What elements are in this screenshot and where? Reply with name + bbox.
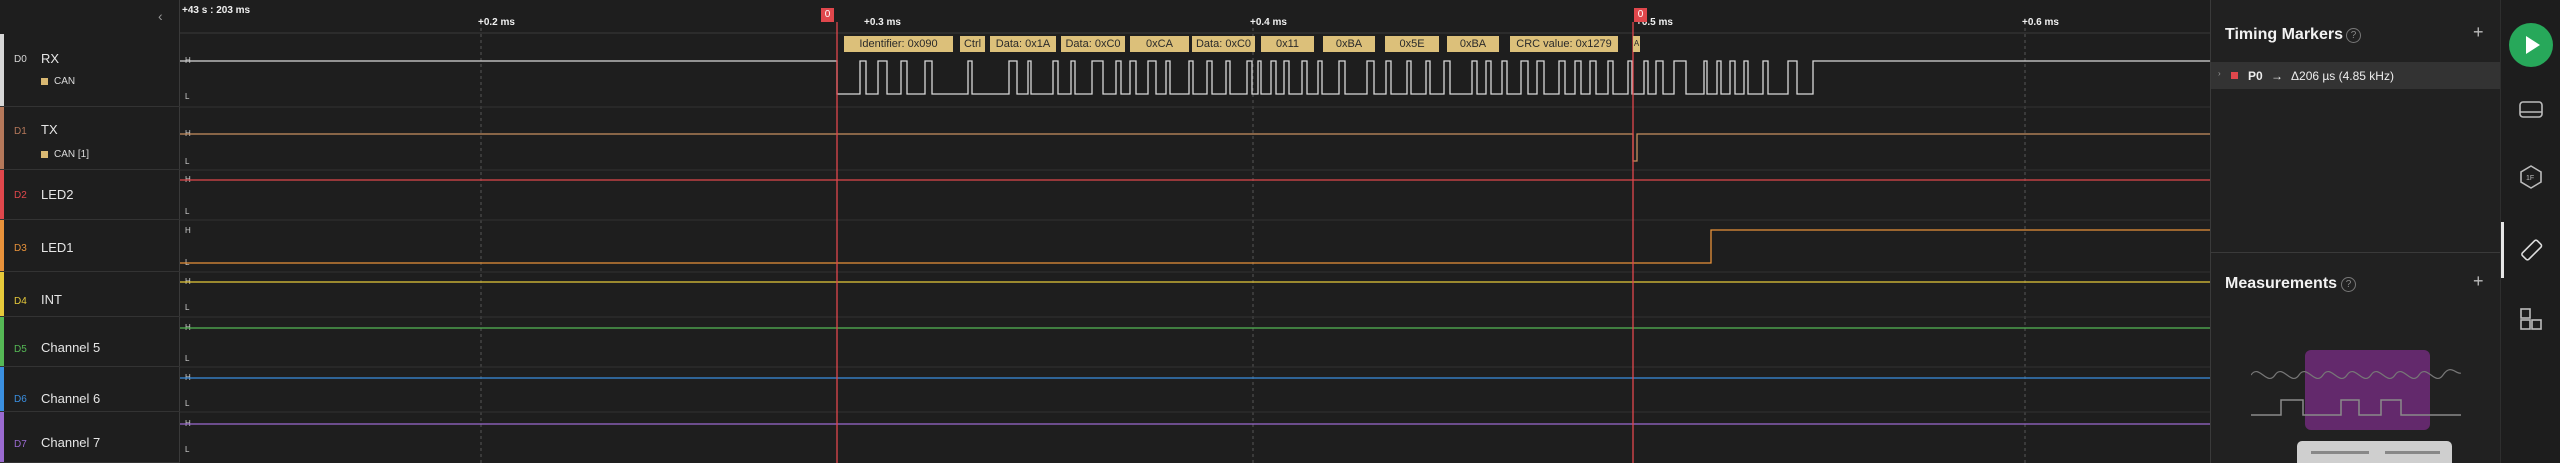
side-toolbar: 1F: [2500, 0, 2560, 463]
channel-name[interactable]: RX: [41, 51, 59, 66]
level-low-label: L: [185, 354, 190, 363]
channel-color-bar: [0, 272, 4, 316]
measurements-illustration: [2251, 350, 2461, 463]
d0-waveform: [180, 60, 2210, 95]
channel-row-d2[interactable]: D2 LED2: [0, 170, 180, 220]
time-tick-label: +0.3 ms: [864, 17, 901, 28]
level-low-label: L: [185, 445, 190, 454]
channel-number: D3: [14, 243, 27, 254]
timing-marker-flag-start[interactable]: 0: [821, 8, 834, 22]
time-gridlines: [480, 22, 2026, 463]
marker-color-icon: [2231, 72, 2238, 79]
level-low-label: L: [185, 399, 190, 408]
channel-number: D5: [14, 344, 27, 355]
waveform-area[interactable]: HL HL HL HL HL HL HL HL: [180, 0, 2210, 463]
channel-color-bar: [0, 170, 4, 219]
add-timing-marker-button[interactable]: +: [2473, 22, 2484, 43]
d3-waveform: [180, 229, 2210, 264]
level-low-label: L: [185, 157, 190, 166]
marker-name: P0: [2248, 69, 2263, 83]
level-high-label: H: [185, 226, 191, 235]
d1-waveform: [180, 133, 2210, 162]
channel-color-bar: [0, 367, 4, 411]
channel-label-column: D0 RX CAN D1 TX CAN [1] D2 LED2 D3 LED1 …: [0, 0, 180, 463]
channel-number: D2: [14, 190, 27, 201]
channel-color-bar: [0, 107, 4, 169]
time-tick-label: +0.4 ms: [1250, 17, 1287, 28]
can-frame-data[interactable]: 0xBA: [1447, 36, 1499, 52]
can-frame-data[interactable]: Data: 0xC0: [1192, 36, 1255, 52]
channel-row-d1[interactable]: D1 TX CAN [1]: [0, 107, 180, 170]
time-tick-label: +0.2 ms: [478, 17, 515, 28]
timing-marker-row[interactable]: › P0 → Δ206 µs (4.85 kHz): [2211, 62, 2501, 89]
channel-name[interactable]: TX: [41, 122, 58, 137]
layout-icon[interactable]: [2517, 305, 2545, 333]
active-tool-indicator: [2501, 222, 2504, 278]
channel-name[interactable]: INT: [41, 292, 62, 307]
can-frame-data[interactable]: Data: 0x1A: [990, 36, 1056, 52]
waveform-canvas[interactable]: HL HL HL HL HL HL HL HL: [180, 0, 2210, 463]
channel-number: D4: [14, 296, 27, 307]
play-icon: [2526, 36, 2540, 54]
can-frame-data[interactable]: 0xCA: [1130, 36, 1189, 52]
channel-row-d3[interactable]: D3 LED1: [0, 220, 180, 272]
can-frame-data[interactable]: 0x11: [1261, 36, 1314, 52]
arrow-icon: →: [2271, 69, 2283, 83]
channel-number: D0: [14, 54, 27, 65]
level-low-label: L: [185, 92, 190, 101]
analyzer-tag[interactable]: CAN: [41, 76, 75, 87]
help-icon[interactable]: ?: [2346, 28, 2361, 43]
timing-markers-title: Timing Markers: [2225, 26, 2343, 43]
channel-row-d7[interactable]: D7 Channel 7: [0, 412, 180, 463]
channel-color-bar: [0, 412, 4, 462]
channel-row-d5[interactable]: D5 Channel 5: [0, 317, 180, 367]
can-frame-ack[interactable]: A: [1633, 36, 1640, 52]
level-low-label: L: [185, 207, 190, 216]
analyzer-label: CAN: [54, 76, 76, 87]
scroll-back-icon[interactable]: ‹: [158, 8, 163, 24]
svg-text:1F: 1F: [2526, 175, 2534, 182]
marker-delta-value: Δ206 µs (4.85 kHz): [2291, 69, 2394, 83]
channel-name[interactable]: LED2: [41, 187, 74, 202]
can-frame-identifier[interactable]: Identifier: 0x090: [844, 36, 953, 52]
level-labels: HL HL HL HL HL HL HL HL: [185, 56, 191, 454]
expand-chevron-icon[interactable]: ›: [2218, 69, 2221, 78]
start-capture-button[interactable]: [2509, 23, 2553, 67]
channel-separators: [180, 106, 2210, 413]
measurements-title: Measurements: [2225, 275, 2338, 292]
channel-row-d6[interactable]: D6 Channel 6: [0, 367, 180, 412]
channel-row-d0[interactable]: D0 RX CAN: [0, 34, 180, 107]
channel-name[interactable]: Channel 7: [41, 435, 100, 450]
analyzer-color-icon: [41, 150, 48, 158]
channel-color-bar: [0, 34, 4, 106]
timing-marker-flag-end[interactable]: 0: [1634, 8, 1647, 22]
channel-number: D1: [14, 126, 27, 137]
can-frame-data[interactable]: Data: 0xC0: [1061, 36, 1125, 52]
analyzer-tag[interactable]: CAN [1]: [41, 149, 89, 160]
add-measurement-button[interactable]: +: [2473, 271, 2484, 292]
channel-number: D6: [14, 394, 27, 405]
analyzer-color-icon: [41, 77, 48, 85]
channel-row-d4[interactable]: D4 INT: [0, 272, 180, 317]
help-icon[interactable]: ?: [2341, 277, 2356, 292]
can-frame-ctrl[interactable]: Ctrl: [960, 36, 985, 52]
can-frame-data[interactable]: 0xBA: [1323, 36, 1375, 52]
channel-name[interactable]: Channel 5: [41, 340, 100, 355]
hex-extension-icon[interactable]: 1F: [2517, 163, 2545, 191]
panel-divider: [2211, 252, 2501, 253]
analyzer-icon[interactable]: [2517, 96, 2545, 124]
channel-number: D7: [14, 439, 27, 450]
time-tick-label: +0.6 ms: [2022, 17, 2059, 28]
channel-name[interactable]: Channel 6: [41, 391, 100, 406]
channel-color-bar: [0, 317, 4, 366]
ruler-icon[interactable]: [2517, 236, 2545, 264]
channel-name[interactable]: LED1: [41, 240, 74, 255]
can-frame-data[interactable]: 0x5E: [1385, 36, 1439, 52]
right-panel: Timing Markers ? + › P0 → Δ206 µs (4.85 …: [2210, 0, 2501, 463]
can-frame-crc[interactable]: CRC value: 0x1279: [1510, 36, 1618, 52]
analyzer-label: CAN [1]: [54, 149, 90, 160]
channel-color-bar: [0, 220, 4, 271]
time-offset-label: +43 s : 203 ms: [182, 5, 251, 16]
level-low-label: L: [185, 303, 190, 312]
